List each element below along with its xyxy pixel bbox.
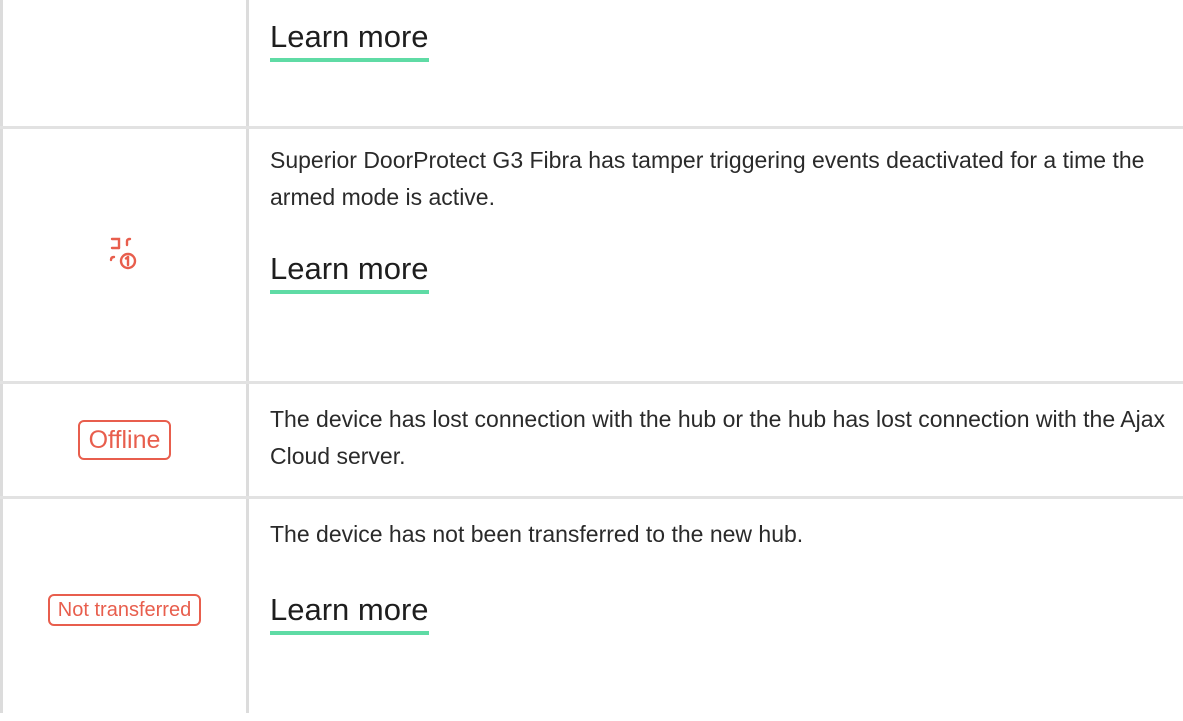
- table-row: Learn more: [0, 0, 1183, 126]
- offline-status-badge: Offline: [77, 420, 172, 460]
- description-cell: The device has not been transferred to t…: [270, 516, 1170, 635]
- learn-more-link[interactable]: Learn more: [270, 250, 429, 294]
- description-cell: The device has lost connection with the …: [270, 401, 1170, 475]
- description-cell: Learn more: [270, 18, 1170, 62]
- icon-cell: Not transferred: [3, 499, 246, 721]
- table-row: Superior DoorProtect G3 Fibra has tamper…: [0, 129, 1183, 381]
- learn-more-link[interactable]: Learn more: [270, 18, 429, 62]
- row-description: Superior DoorProtect G3 Fibra has tamper…: [270, 147, 1145, 210]
- row-description: The device has lost connection with the …: [270, 406, 1166, 469]
- tamper-deactivated-icon: [105, 235, 145, 275]
- table-row: Offline The device has lost connection w…: [0, 384, 1183, 496]
- icon-cell: [3, 0, 246, 126]
- learn-more-link[interactable]: Learn more: [270, 591, 429, 635]
- row-description: The device has not been transferred to t…: [270, 521, 804, 547]
- icon-cell: Offline: [3, 384, 246, 496]
- description-cell: Superior DoorProtect G3 Fibra has tamper…: [270, 142, 1170, 294]
- table-row: Not transferred The device has not been …: [0, 499, 1183, 713]
- not-transferred-status-badge: Not transferred: [47, 594, 202, 626]
- icon-cell: [3, 129, 246, 381]
- status-table: Learn more Superior DoorProtect G3 Fibra…: [0, 0, 1183, 713]
